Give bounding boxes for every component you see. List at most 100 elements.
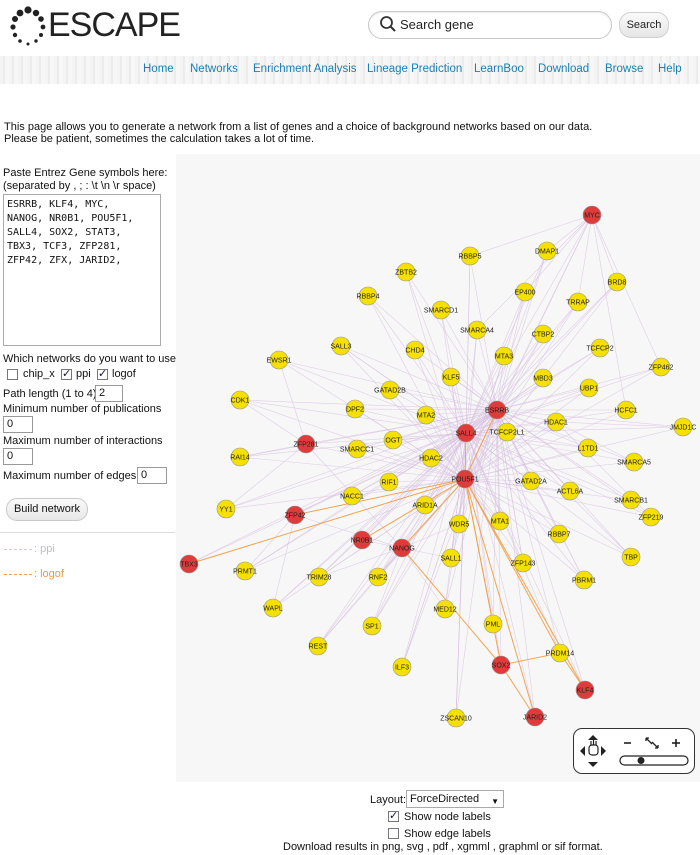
network-node[interactable]: EWSR1 bbox=[267, 350, 292, 370]
network-node[interactable]: SP1 bbox=[362, 616, 382, 636]
nav-browse[interactable]: Browse bbox=[605, 63, 643, 75]
nav-download[interactable]: Download bbox=[538, 63, 589, 75]
node-label: RNF2 bbox=[369, 575, 387, 582]
network-node[interactable]: SALL3 bbox=[330, 336, 352, 356]
network-node[interactable]: MTA3 bbox=[494, 346, 514, 366]
network-node[interactable]: SOX2 bbox=[492, 655, 511, 675]
network-node[interactable]: NANOG bbox=[389, 538, 415, 558]
network-node[interactable]: KLF4 bbox=[575, 680, 595, 700]
network-node[interactable]: HDAC1 bbox=[544, 412, 568, 432]
network-node[interactable]: JMJD1C bbox=[670, 417, 697, 437]
network-node[interactable]: ILF3 bbox=[392, 657, 412, 677]
build-network-button[interactable]: Build network bbox=[6, 498, 88, 521]
network-node[interactable]: MTA2 bbox=[416, 405, 436, 425]
hand-pan-icon bbox=[588, 740, 599, 756]
show-edge-labels-checkbox[interactable] bbox=[388, 828, 399, 839]
network-node[interactable]: RBBP5 bbox=[459, 246, 482, 266]
network-node[interactable]: TBP bbox=[621, 547, 641, 567]
network-node[interactable]: ZBTB2 bbox=[395, 262, 417, 282]
network-node[interactable]: SMARCC1 bbox=[340, 439, 374, 459]
max-interactions-input[interactable]: 0 bbox=[3, 448, 33, 465]
nav-home[interactable]: Home bbox=[143, 63, 174, 75]
network-node[interactable]: CDK1 bbox=[231, 390, 250, 410]
network-node[interactable]: RAI14 bbox=[230, 447, 250, 467]
network-node[interactable]: RBBP4 bbox=[357, 286, 380, 306]
min-publications-input[interactable]: 0 bbox=[3, 416, 33, 433]
node-label: KLF4 bbox=[577, 688, 594, 695]
network-node[interactable]: ZFP462 bbox=[649, 357, 674, 377]
nav-networks[interactable]: Networks bbox=[190, 63, 238, 75]
ppi-edge bbox=[464, 478, 632, 558]
network-node[interactable]: NR0B1 bbox=[351, 530, 374, 550]
network-node[interactable]: ZFP42 bbox=[284, 505, 306, 525]
network-node[interactable]: CTBP2 bbox=[532, 324, 555, 344]
network-node[interactable]: SALL1 bbox=[440, 548, 462, 568]
network-node[interactable]: SMARCB1 bbox=[614, 490, 648, 510]
path-length-input[interactable]: 2 bbox=[95, 385, 123, 402]
ppi-edge bbox=[440, 309, 498, 411]
network-node[interactable]: PBRM1 bbox=[572, 570, 596, 590]
network-canvas[interactable]: MYC DMAP1 RBBP5 ZBTB2 BRD8 EP400 TRRAP RBBP4 SMA… bbox=[176, 154, 700, 782]
node-label: TBP bbox=[624, 555, 638, 562]
network-node[interactable]: REST bbox=[309, 636, 328, 656]
network-node[interactable]: PML bbox=[483, 614, 503, 634]
node-label: GATAD2B bbox=[374, 388, 406, 395]
node-label: HDAC1 bbox=[544, 420, 568, 427]
node-label: YY1 bbox=[219, 507, 232, 514]
network-node[interactable]: YY1 bbox=[216, 499, 236, 519]
network-node[interactable]: TRRAP bbox=[566, 292, 590, 312]
network-node[interactable]: SMARCD1 bbox=[424, 300, 458, 320]
network-node[interactable]: RNF2 bbox=[368, 567, 388, 587]
nav-help[interactable]: Help bbox=[658, 63, 682, 75]
network-node[interactable]: HCFC1 bbox=[614, 400, 638, 420]
network-node[interactable]: PRMT1 bbox=[233, 561, 257, 581]
node-label: MTA1 bbox=[491, 519, 509, 526]
network-node[interactable]: TBX3 bbox=[179, 554, 199, 574]
ppi-edge bbox=[278, 359, 307, 445]
network-node[interactable]: RIF1 bbox=[379, 472, 399, 492]
network-node[interactable]: CHD4 bbox=[405, 340, 425, 360]
ppi-edge bbox=[465, 255, 471, 434]
layout-select[interactable]: ForceDirected ▼ bbox=[406, 790, 504, 808]
ppi-checkbox[interactable] bbox=[61, 367, 72, 380]
node-label: SALL3 bbox=[330, 344, 351, 351]
network-node[interactable]: MTA1 bbox=[490, 511, 510, 531]
show-node-labels-checkbox[interactable] bbox=[388, 809, 399, 822]
ppi-edge bbox=[476, 214, 593, 331]
network-node[interactable]: MYC bbox=[582, 205, 602, 225]
search-input[interactable] bbox=[400, 15, 600, 33]
search-button[interactable]: Search bbox=[619, 12, 669, 38]
network-node[interactable]: KLF5 bbox=[441, 367, 461, 387]
node-label: MTA2 bbox=[417, 413, 435, 420]
network-node[interactable]: UBP1 bbox=[579, 378, 599, 398]
network-graph[interactable]: MYC DMAP1 RBBP5 ZBTB2 BRD8 EP400 TRRAP RBBP4 SMA… bbox=[176, 154, 700, 782]
zoom-in-icon[interactable] bbox=[672, 739, 680, 747]
network-node[interactable]: SMARCA4 bbox=[460, 320, 494, 340]
nav-learnboo[interactable]: LearnBoo bbox=[474, 63, 524, 75]
network-node[interactable]: JARID2 bbox=[523, 707, 547, 727]
node-label: TCFCP2L1 bbox=[489, 430, 524, 437]
network-node[interactable]: RBBP7 bbox=[548, 524, 571, 544]
network-node[interactable]: MBD3 bbox=[533, 368, 553, 388]
genes-textarea[interactable] bbox=[3, 194, 161, 346]
network-node[interactable]: DPF2 bbox=[345, 399, 365, 419]
network-node[interactable]: PRDM14 bbox=[546, 643, 575, 663]
ppi-edge bbox=[405, 271, 498, 411]
node-label: PML bbox=[486, 622, 501, 629]
node-label: CTBP2 bbox=[532, 332, 555, 339]
network-node[interactable]: GATAD2A bbox=[515, 471, 547, 491]
nav-enrichment-analysis[interactable]: Enrichment Analysis bbox=[253, 63, 357, 75]
logof-checkbox[interactable] bbox=[97, 367, 108, 380]
nav-lineage-prediction[interactable]: Lineage Prediction bbox=[367, 63, 462, 75]
chip-x-checkbox[interactable] bbox=[7, 369, 18, 380]
pan-control[interactable] bbox=[580, 735, 606, 767]
network-node[interactable]: OGT bbox=[383, 430, 403, 450]
network-node[interactable]: ZSCAN10 bbox=[440, 708, 472, 728]
fit-screen-icon[interactable] bbox=[645, 737, 659, 749]
network-node[interactable]: BRD8 bbox=[608, 272, 627, 292]
network-node[interactable]: MED12 bbox=[433, 599, 457, 619]
node-label: RIF1 bbox=[381, 480, 396, 487]
zoom-slider[interactable] bbox=[619, 755, 689, 766]
network-node[interactable]: ZFP281 bbox=[294, 434, 319, 454]
max-edges-input[interactable]: 0 bbox=[137, 467, 167, 484]
